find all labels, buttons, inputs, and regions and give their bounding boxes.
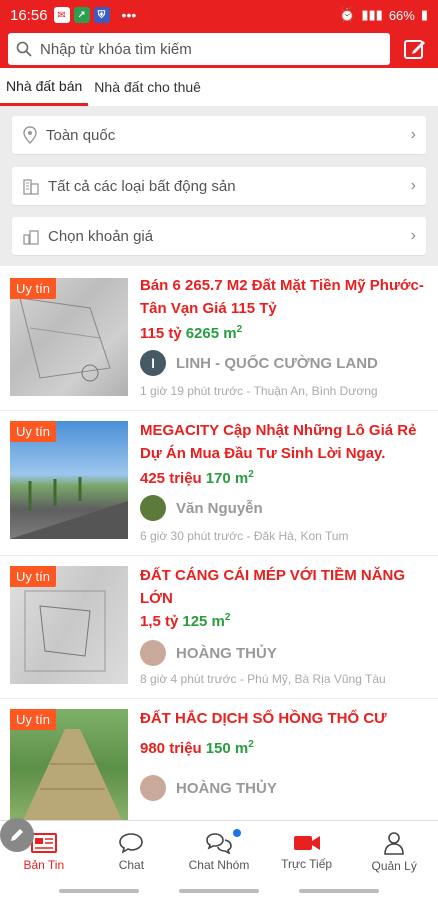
chevron-right-icon: ›	[410, 126, 416, 143]
listing-title[interactable]: Bán 6 265.7 M2 Đất Mặt Tiền Mỹ Phước- Tâ…	[140, 274, 430, 320]
gesture-indicator	[59, 889, 139, 893]
listing-price-row: 425 triệu 170 m2	[140, 469, 254, 487]
newspaper-icon	[30, 832, 57, 853]
tab-for-sale[interactable]: Nhà đất bán	[0, 68, 89, 106]
listing-area: 6265 m2	[185, 324, 243, 342]
filter-property-type[interactable]: Tất cả các loại bất động sản ›	[12, 167, 426, 205]
trusted-badge: Uy tín	[10, 566, 56, 587]
listing-seller[interactable]: HOÀNG THỦY	[140, 640, 277, 666]
listing-area: 150 m2	[205, 739, 254, 757]
nav-chat[interactable]: Chat	[88, 821, 176, 882]
compose-button[interactable]	[400, 34, 430, 64]
search-placeholder: Nhập từ khóa tìm kiếm	[40, 40, 192, 58]
pencil-icon	[11, 829, 23, 841]
edit-icon	[404, 40, 425, 59]
listing-thumbnail: Uy tín	[10, 421, 128, 539]
filter-location[interactable]: Toàn quốc ›	[12, 116, 426, 154]
seller-name: HOÀNG THỦY	[176, 779, 277, 797]
signal-icon: ▮▮▮	[361, 7, 383, 22]
listing-thumbnail: Uy tín	[10, 278, 128, 396]
listing-meta: 6 giờ 30 phút trước - Đăk Hà, Kon Tum	[140, 529, 349, 543]
status-bar: 16:56 ✉ ↗ ⛨ ••• ⏰ ▮▮▮ 66% ▮	[0, 0, 438, 30]
video-camera-icon	[293, 835, 320, 850]
avatar	[140, 495, 166, 521]
listing-price: 115 tỷ	[140, 325, 182, 342]
listing-card[interactable]: Uy tín Bán 6 265.7 M2 Đất Mặt Tiền Mỹ Ph…	[0, 266, 438, 410]
tab-for-rent[interactable]: Nhà đất cho thuê	[88, 68, 207, 106]
alarm-icon: ⏰	[339, 7, 356, 22]
gesture-indicator	[179, 889, 259, 893]
avatar	[140, 640, 166, 666]
search-icon	[16, 41, 32, 57]
battery-level: 66%	[388, 7, 415, 23]
gesture-indicator	[299, 889, 379, 893]
listing-seller[interactable]: Văn Nguyễn	[140, 495, 263, 521]
listing-card[interactable]: Uy tín ĐẤT HẮC DỊCH SỔ HỒNG THỔ CƯ 980 t…	[0, 699, 438, 820]
search-input[interactable]: Nhập từ khóa tìm kiếm	[8, 33, 390, 65]
shield-icon: ⛨	[93, 7, 110, 23]
listing-meta: 1 giờ 19 phút trước - Thuận An, Bình Dươ…	[140, 384, 378, 398]
nav-chat-label: Chat	[118, 857, 145, 872]
nav-news-label: Bản Tin	[23, 857, 65, 872]
system-gesture-bar	[0, 882, 438, 900]
listing-price: 425 triệu	[140, 470, 202, 487]
listing-seller[interactable]: HOÀNG THỦY	[140, 775, 277, 801]
chevron-right-icon: ›	[410, 227, 416, 244]
bottom-navigation: Bản Tin Chat Chat Nhóm Trực Tiếp Quản Lý	[0, 820, 438, 882]
seller-name: Văn Nguyễn	[176, 499, 263, 517]
location-pin-icon	[23, 126, 37, 144]
notification-dot	[233, 829, 242, 837]
listing-title[interactable]: ĐẤT CÁNG CÁI MÉP VỚI TIỀM NĂNG LỚN	[140, 564, 430, 610]
group-chat-icon	[206, 832, 232, 854]
listing-price: 980 triệu	[140, 740, 202, 757]
avatar: l	[140, 350, 166, 376]
trusted-badge: Uy tín	[10, 278, 56, 299]
maps-icon: ↗	[73, 7, 90, 23]
tab-bar: Nhà đất bán Nhà đất cho thuê	[0, 68, 438, 106]
filter-property-type-label: Tất cả các loại bất động sản	[48, 177, 236, 195]
trusted-badge: Uy tín	[10, 421, 56, 442]
listing-area: 125 m2	[182, 612, 231, 630]
listing-seller[interactable]: l LINH - QUỐC CƯỜNG LAND	[140, 350, 378, 376]
filter-price-range[interactable]: Chọn khoản giá ›	[12, 217, 426, 255]
listing-price-row: 980 triệu 150 m2	[140, 739, 254, 757]
seller-name: HOÀNG THỦY	[176, 644, 277, 662]
listing-thumbnail: Uy tín	[10, 709, 128, 820]
chat-bubble-icon	[119, 832, 144, 854]
search-header: Nhập từ khóa tìm kiếm	[0, 30, 438, 68]
nav-live-label: Trực Tiếp	[281, 856, 333, 871]
nav-group-chat[interactable]: Chat Nhóm	[175, 821, 263, 882]
listing-area: 170 m2	[205, 469, 254, 487]
listing-title[interactable]: ĐẤT HẮC DỊCH SỔ HỒNG THỔ CƯ	[140, 707, 430, 730]
more-notifications-icon: •••	[121, 7, 137, 23]
seller-name: LINH - QUỐC CƯỜNG LAND	[176, 354, 378, 372]
price-tag-icon	[23, 230, 39, 245]
listing-thumbnail: Uy tín	[10, 566, 128, 684]
chevron-right-icon: ›	[410, 177, 416, 194]
listing-price: 1,5 tỷ	[140, 613, 179, 630]
mail-icon: ✉	[53, 7, 70, 23]
listing-title[interactable]: MEGACITY Cập Nhật Những Lô Giá Rẻ Dự Án …	[140, 419, 430, 465]
listing-price-row: 115 tỷ 6265 m2	[140, 324, 242, 342]
listing-card[interactable]: Uy tín MEGACITY Cập Nhật Những Lô Giá Rẻ…	[0, 411, 438, 555]
status-time: 16:56	[10, 6, 48, 24]
building-icon	[23, 179, 39, 195]
trusted-badge: Uy tín	[10, 709, 56, 730]
floating-edit-button[interactable]	[0, 818, 34, 852]
listing-card[interactable]: Uy tín ĐẤT CÁNG CÁI MÉP VỚI TIỀM NĂNG LỚ…	[0, 556, 438, 698]
listing-meta: 8 giờ 4 phút trước - Phú Mỹ, Bà Rịa Vũng…	[140, 672, 386, 686]
nav-group-chat-label: Chat Nhóm	[188, 857, 250, 872]
avatar	[140, 775, 166, 801]
filter-price-range-label: Chọn khoản giá	[48, 227, 154, 245]
nav-live[interactable]: Trực Tiếp	[263, 821, 351, 882]
filter-location-label: Toàn quốc	[46, 126, 116, 144]
listing-price-row: 1,5 tỷ 125 m2	[140, 612, 230, 630]
nav-manage-label: Quản Lý	[371, 858, 417, 873]
user-icon	[384, 831, 404, 855]
nav-manage[interactable]: Quản Lý	[350, 821, 438, 882]
battery-icon: ▮	[420, 7, 428, 22]
